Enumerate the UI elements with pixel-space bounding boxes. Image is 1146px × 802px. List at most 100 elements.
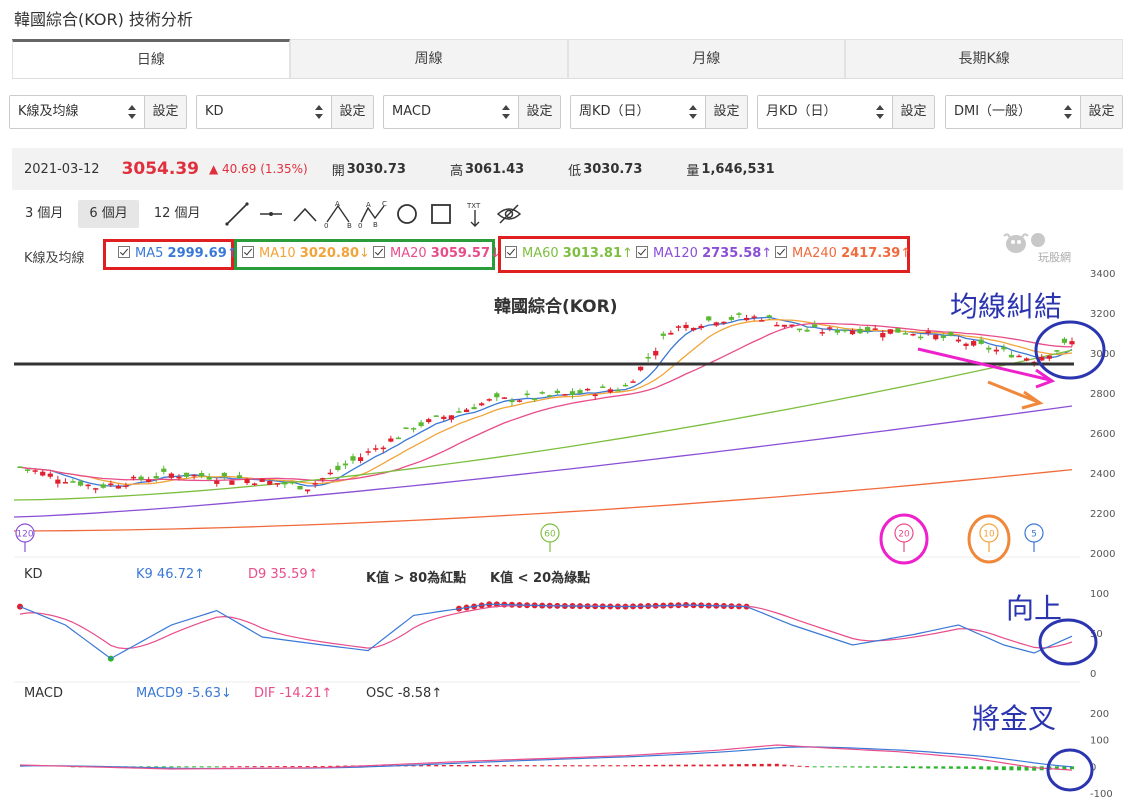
ma120-line bbox=[13, 405, 1073, 518]
select-value: 月KD（日） bbox=[766, 104, 837, 119]
macd-osc-bar bbox=[441, 765, 446, 767]
hide-eye-icon[interactable] bbox=[492, 199, 526, 229]
candlestick bbox=[40, 471, 46, 476]
candlestick bbox=[70, 481, 76, 483]
settings-button[interactable]: 設定 bbox=[705, 96, 747, 128]
stock-chart[interactable]: 34003200300028002600240022002000 韓國綜合(KO… bbox=[0, 270, 1146, 802]
select-monthly-kd[interactable]: 月KD（日） bbox=[758, 96, 892, 128]
candlestick bbox=[115, 486, 121, 489]
macd-osc-bar bbox=[275, 766, 280, 768]
macd-osc-bar bbox=[540, 765, 545, 767]
ma-marker-label: 60 bbox=[544, 530, 556, 540]
settings-button[interactable]: 設定 bbox=[518, 96, 560, 128]
candlestick bbox=[638, 366, 644, 371]
macd-osc-bar bbox=[956, 766, 961, 769]
macd-osc-bar bbox=[691, 764, 696, 767]
candlestick bbox=[1069, 341, 1075, 345]
candlestick bbox=[766, 315, 772, 318]
candlestick bbox=[93, 488, 99, 490]
settings-button[interactable]: 設定 bbox=[892, 96, 934, 128]
candlestick bbox=[774, 324, 780, 327]
tool-letter: B bbox=[347, 222, 352, 228]
candlestick bbox=[1046, 355, 1052, 359]
rectangle-tool-icon[interactable] bbox=[424, 199, 458, 229]
candlestick bbox=[615, 389, 621, 392]
horizontal-line-icon[interactable] bbox=[254, 199, 288, 229]
ma120-toggle[interactable]: MA120 2735.58↑ bbox=[636, 246, 772, 261]
tab-weekly[interactable]: 周線 bbox=[289, 39, 568, 78]
settings-button[interactable]: 設定 bbox=[1080, 96, 1122, 128]
settings-button[interactable]: 設定 bbox=[144, 96, 186, 128]
macd-osc-bar bbox=[600, 765, 605, 767]
macd-osc-bar bbox=[169, 766, 174, 768]
macd-osc-bar bbox=[282, 766, 287, 768]
ma-marker-label: 120 bbox=[16, 530, 33, 540]
select-weekly-kd[interactable]: 周KD（日） bbox=[571, 96, 705, 128]
candlestick bbox=[17, 466, 23, 469]
macd-osc-bar bbox=[668, 764, 673, 767]
checkbox-checked-icon bbox=[505, 246, 517, 258]
macd-osc-bar bbox=[646, 764, 651, 767]
macd-osc-bar bbox=[842, 766, 847, 768]
tab-daily[interactable]: 日線 bbox=[12, 39, 290, 78]
low-label: 低 bbox=[568, 163, 582, 179]
line-tool-icon[interactable] bbox=[220, 199, 254, 229]
macd-osc-bar bbox=[207, 766, 212, 768]
macd-osc-bar bbox=[192, 766, 197, 768]
candlestick bbox=[433, 415, 439, 417]
candlestick bbox=[244, 479, 250, 484]
macd-osc-bar bbox=[850, 766, 855, 768]
macd-osc-bar bbox=[767, 763, 772, 767]
select-macd[interactable]: MACD bbox=[384, 96, 518, 128]
ma60-toggle[interactable]: MA60 3013.81↑ bbox=[505, 246, 633, 261]
high-value: 3061.43 bbox=[464, 161, 525, 177]
candlestick bbox=[479, 403, 485, 406]
ma240-toggle[interactable]: MA240 2417.39↑ bbox=[775, 246, 911, 261]
candlestick bbox=[743, 317, 750, 321]
selector-macd: MACD 設定 bbox=[383, 95, 561, 129]
tab-monthly[interactable]: 月線 bbox=[567, 39, 846, 78]
select-dmi[interactable]: DMI（一般） bbox=[946, 96, 1080, 128]
ma20-toggle[interactable]: MA20 3059.57↓ bbox=[373, 246, 501, 261]
ma5-toggle[interactable]: MA5 2999.69↑ bbox=[118, 246, 238, 261]
range-12-months-button[interactable]: 12 個月 bbox=[143, 200, 212, 228]
macd-axis: 2001000-100 bbox=[1090, 709, 1113, 800]
range-3-months-button[interactable]: 3 個月 bbox=[14, 200, 74, 228]
macd-osc-bar bbox=[926, 766, 931, 769]
macd-osc-bar bbox=[774, 763, 779, 767]
abc-pattern-icon[interactable]: A 0 B bbox=[322, 199, 356, 229]
macd-osc-bar bbox=[918, 766, 923, 769]
candlestick bbox=[933, 334, 939, 340]
candlestick bbox=[592, 394, 598, 397]
macd-osc-bar bbox=[888, 766, 893, 768]
angle-line-icon[interactable] bbox=[288, 199, 322, 229]
macd-panel: 2001000-100 bbox=[19, 709, 1113, 800]
candlestick bbox=[100, 484, 106, 488]
candlestick bbox=[645, 357, 651, 359]
abcd-pattern-icon[interactable]: A C 0 B bbox=[356, 199, 390, 229]
checkbox-checked-icon bbox=[636, 246, 648, 258]
macd-tick-label: -100 bbox=[1090, 789, 1113, 800]
macd-osc-bar bbox=[1001, 766, 1006, 771]
range-6-months-button[interactable]: 6 個月 bbox=[78, 200, 139, 228]
tab-long-term[interactable]: 長期K線 bbox=[845, 39, 1123, 78]
macd-osc-bar bbox=[941, 766, 946, 769]
ma10-toggle[interactable]: MA10 3020.80↓ bbox=[242, 246, 370, 261]
text-tool-icon[interactable]: TXT bbox=[458, 199, 492, 229]
macd-osc-bar bbox=[714, 764, 719, 767]
select-kd[interactable]: KD bbox=[197, 96, 331, 128]
macd-osc-bar bbox=[782, 764, 787, 767]
candlestick bbox=[880, 332, 886, 338]
select-main-indicator[interactable]: K線及均線 bbox=[10, 96, 144, 128]
macd-osc-bar bbox=[320, 766, 325, 768]
macd-osc-bar bbox=[290, 766, 295, 768]
settings-button[interactable]: 設定 bbox=[331, 96, 373, 128]
macd-osc-bar bbox=[449, 765, 454, 767]
candlestick bbox=[736, 313, 742, 315]
candlestick bbox=[395, 437, 402, 440]
selector-kd: KD 設定 bbox=[196, 95, 374, 129]
macd-osc-bar bbox=[555, 765, 560, 767]
annotation-golden-cross: 將金叉 bbox=[972, 702, 1056, 735]
candlestick bbox=[963, 343, 969, 346]
circle-tool-icon[interactable] bbox=[390, 199, 424, 229]
